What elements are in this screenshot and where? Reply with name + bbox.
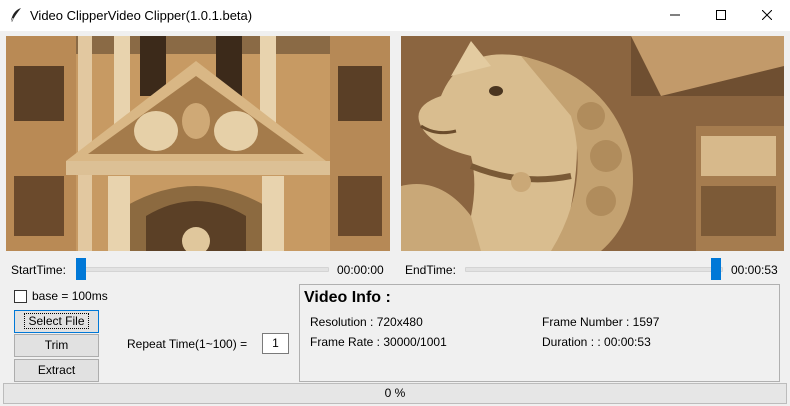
start-time-value: 00:00:00 [337,263,384,277]
select-file-button[interactable]: Select File [14,310,99,333]
end-time-slider-track[interactable] [465,267,723,272]
extract-button[interactable]: Extract [14,359,99,382]
select-file-label: Select File [24,313,89,329]
feather-icon [10,8,21,23]
progress-bar: 0 % [3,383,787,404]
duration-text: Duration : : 00:00:53 [542,335,651,349]
close-button[interactable] [744,0,790,31]
start-time-label: StartTime: [11,263,66,277]
maximize-icon [716,10,726,20]
frame-rate-text: Frame Rate : 30000/1001 [310,335,447,349]
maximize-button[interactable] [698,0,744,31]
close-icon [761,9,773,21]
repeat-time-input[interactable]: 1 [262,333,289,354]
video-info-title: Video Info : [304,289,391,306]
base-100ms-label: base = 100ms [32,289,108,303]
start-frame-preview [6,36,390,251]
trim-button[interactable]: Trim [14,334,99,357]
end-time-label: EndTime: [405,263,456,277]
end-frame-preview [401,36,784,251]
progress-text: 0 % [384,386,406,400]
window-title: Video ClipperVideo Clipper(1.0.1.beta) [30,8,253,23]
resolution-text: Resolution : 720x480 [310,315,423,329]
repeat-time-label: Repeat Time(1~100) = [127,337,248,351]
base-100ms-checkbox[interactable] [14,290,27,303]
end-time-value: 00:00:53 [731,263,778,277]
frame-number-text: Frame Number : 1597 [542,315,660,329]
start-time-slider-thumb[interactable] [76,258,86,280]
minimize-button[interactable] [652,0,698,31]
end-time-slider-thumb[interactable] [711,258,721,280]
start-time-slider-track[interactable] [76,267,329,272]
title-bar: Video ClipperVideo Clipper(1.0.1.beta) [0,0,790,31]
video-info-panel: Video Info : Resolution : 720x480 Frame … [299,284,780,382]
minimize-icon [670,14,680,16]
